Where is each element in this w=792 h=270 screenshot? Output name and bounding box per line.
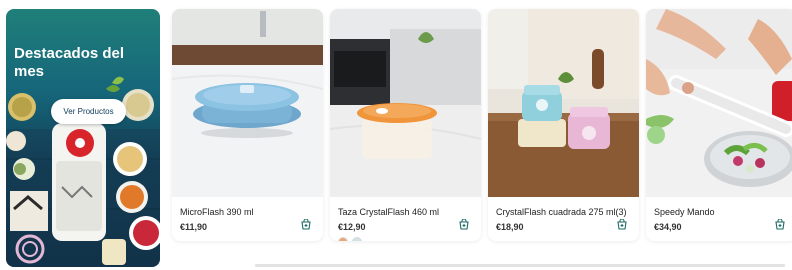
product-card-crystalflash-cuadrada[interactable]: CrystalFlash cuadrada 275 ml(3) €18,90	[488, 9, 639, 241]
color-swatch-orange[interactable]	[338, 237, 348, 241]
add-to-cart-icon	[301, 219, 311, 230]
product-price: €34,90	[654, 222, 682, 232]
carousel-scrollbar-thumb[interactable]	[255, 264, 785, 267]
add-to-cart-icon	[617, 219, 627, 230]
add-to-cart-button[interactable]	[615, 218, 629, 232]
carousel-scrollbar[interactable]	[255, 264, 785, 267]
add-to-cart-button[interactable]	[457, 218, 471, 232]
product-price: €12,90	[338, 222, 366, 232]
product-card-taza-crystalflash[interactable]: Taza CrystalFlash 460 ml €12,90	[330, 9, 481, 241]
featured-banner[interactable]: Destacados del mes Ver Productos	[6, 9, 160, 267]
product-price: €18,90	[496, 222, 524, 232]
add-to-cart-icon	[459, 219, 469, 230]
view-products-button[interactable]: Ver Productos	[51, 99, 126, 124]
product-card-microflash[interactable]: MicroFlash 390 ml €11,90	[172, 9, 323, 241]
color-swatch-light-blue[interactable]	[352, 237, 362, 241]
add-to-cart-button[interactable]	[299, 218, 313, 232]
add-to-cart-button[interactable]	[773, 218, 787, 232]
product-name[interactable]: Taza CrystalFlash 460 ml	[338, 207, 473, 217]
add-to-cart-icon	[775, 219, 785, 230]
product-card-speedy-mando[interactable]: Speedy Mando €34,90	[646, 9, 792, 241]
product-image-taza-crystalflash	[330, 9, 481, 197]
product-image-speedy-mando	[646, 9, 792, 197]
product-image-crystalflash-cuadrada	[488, 9, 639, 197]
product-name[interactable]: Speedy Mando	[654, 207, 789, 217]
product-price: €11,90	[180, 222, 208, 232]
featured-title: Destacados del mes	[14, 45, 125, 80]
product-image-microflash	[172, 9, 323, 197]
product-name[interactable]: MicroFlash 390 ml	[180, 207, 315, 217]
color-swatches	[338, 237, 362, 241]
product-name[interactable]: CrystalFlash cuadrada 275 ml(3)	[496, 207, 631, 217]
